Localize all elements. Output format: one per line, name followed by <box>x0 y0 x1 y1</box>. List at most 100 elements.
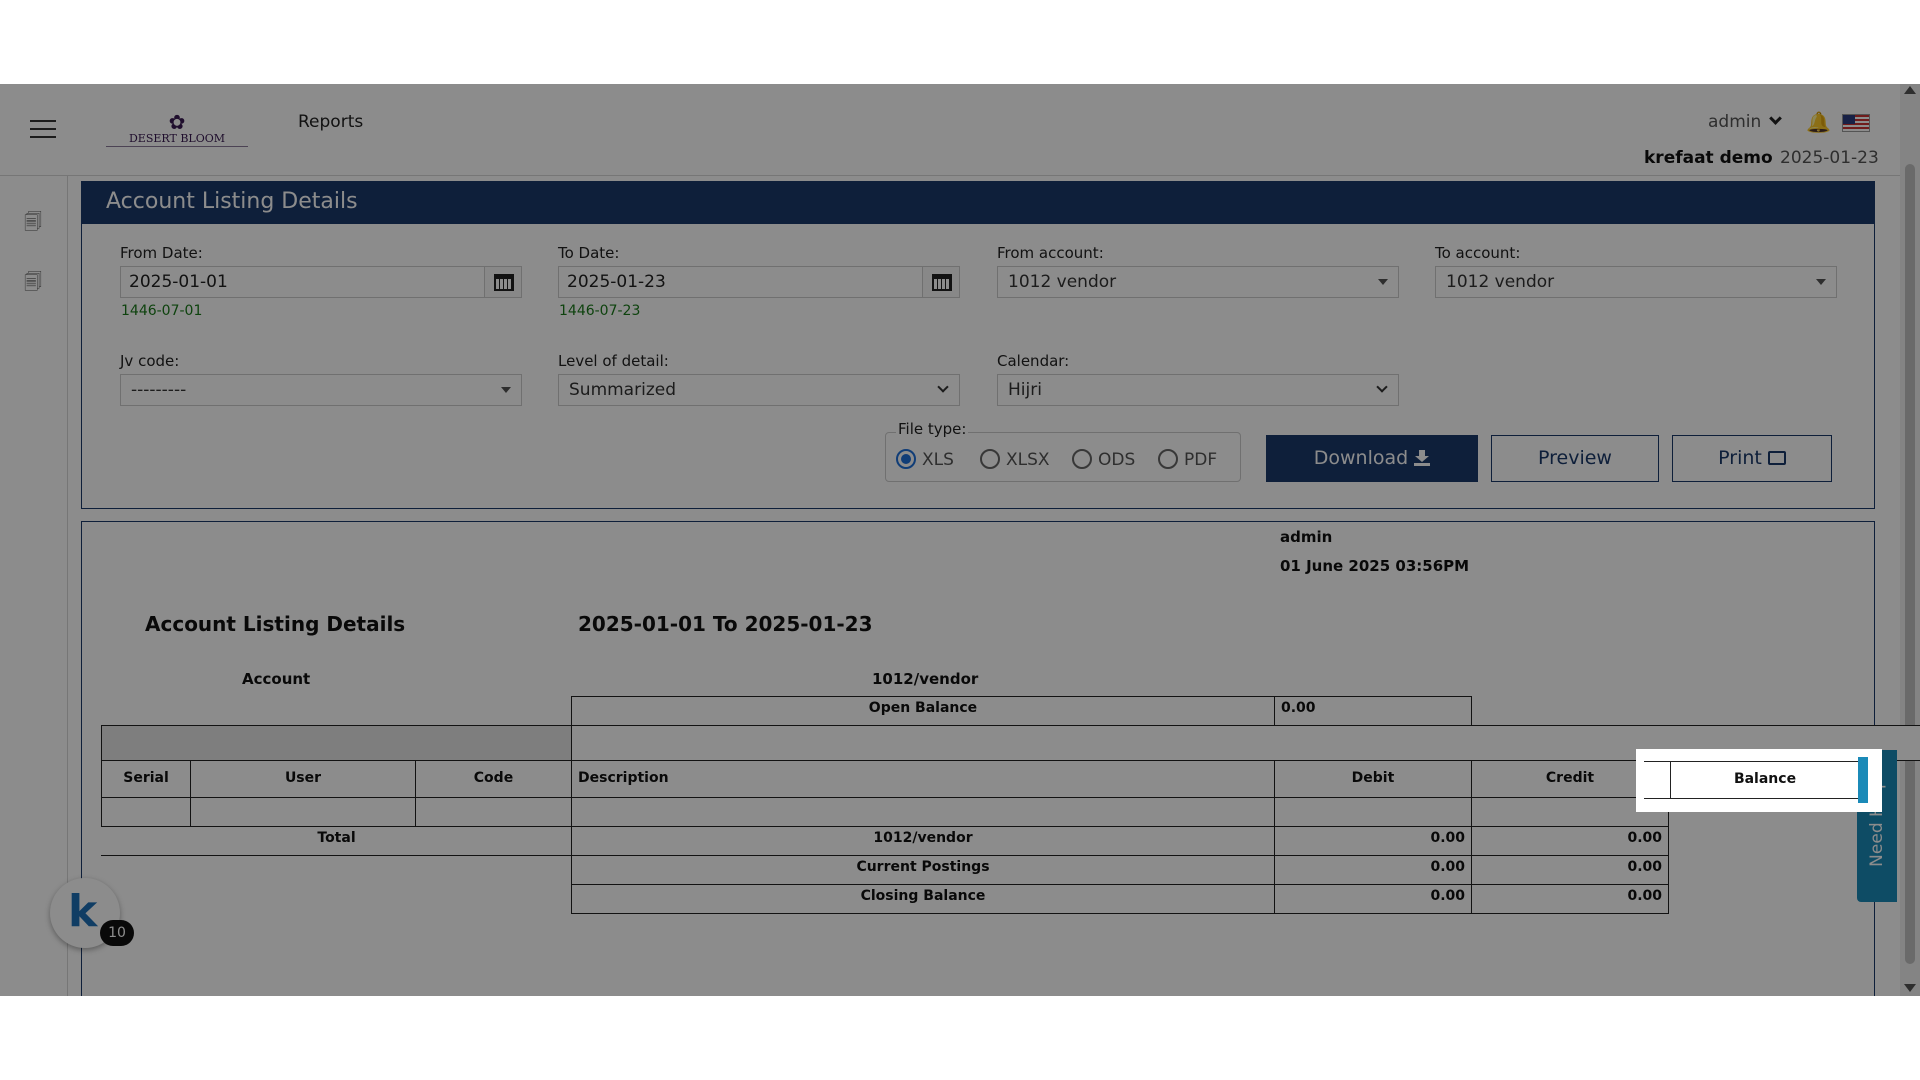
print-label: Print <box>1718 447 1762 469</box>
table-cell <box>1274 797 1472 827</box>
top-bar: ✿ DESERT BLOOM Reports admin 🔔 krefaat d… <box>0 84 1900 176</box>
to-date-label: To Date: <box>558 244 620 262</box>
current-postings-label: Current Postings <box>571 855 1275 885</box>
to-date-input[interactable]: 2025-01-23 <box>558 266 924 298</box>
report-generated-at: 01 June 2025 03:56PM <box>1280 557 1470 575</box>
table-cell <box>571 797 1275 827</box>
download-icon <box>1414 450 1431 466</box>
radio-xls-label: XLS <box>922 450 954 470</box>
closing-balance-debit: 0.00 <box>1274 884 1472 914</box>
calendar-value: Hijri <box>1008 380 1042 400</box>
file-type-label: File type: <box>896 420 969 438</box>
radio-ods[interactable]: ODS <box>1072 449 1135 470</box>
print-icon <box>1767 451 1786 465</box>
need-help-tab-edge <box>1858 757 1868 803</box>
from-date-input[interactable]: 2025-01-01 <box>120 266 486 298</box>
account-label: Account <box>242 670 311 688</box>
current-date: 2025-01-23 <box>1780 148 1879 168</box>
radio-xlsx[interactable]: XLSX <box>980 449 1050 470</box>
report-date-range: 2025-01-01 To 2025-01-23 <box>578 612 873 636</box>
document-icon[interactable]: 🗐 <box>24 270 44 293</box>
scroll-up-icon[interactable] <box>1904 86 1916 94</box>
open-balance-label: Open Balance <box>571 696 1275 726</box>
calendar-icon[interactable] <box>922 266 960 298</box>
total-row-label: 1012/vendor <box>571 826 1275 856</box>
calendar-icon[interactable] <box>484 266 522 298</box>
breadcrumb-reports[interactable]: Reports <box>298 112 363 132</box>
menu-icon[interactable] <box>30 120 56 140</box>
user-menu[interactable]: admin <box>1708 112 1783 132</box>
notification-badge: 10 <box>100 920 134 946</box>
radio-pdf[interactable]: PDF <box>1158 449 1217 470</box>
scroll-down-icon[interactable] <box>1904 984 1916 992</box>
dropdown-arrow-icon <box>501 387 511 393</box>
closing-balance-label: Closing Balance <box>571 884 1275 914</box>
radio-xlsx-label: XLSX <box>1006 450 1050 470</box>
sidebar: 🗐 🗐 <box>0 176 68 996</box>
dropdown-arrow-icon <box>1816 279 1826 285</box>
table-rule <box>1644 761 1670 799</box>
us-flag-icon[interactable] <box>1842 114 1870 132</box>
spacer-cell <box>101 725 572 761</box>
jv-code-select[interactable]: --------- <box>120 374 522 406</box>
calendar-select[interactable]: Hijri <box>997 374 1399 406</box>
dropdown-arrow-icon <box>1378 279 1388 285</box>
chevron-down-icon <box>1769 112 1783 125</box>
column-header: Code <box>415 760 572 798</box>
balance-column-header[interactable]: Balance <box>1670 761 1860 799</box>
print-button[interactable]: Print <box>1672 435 1832 482</box>
report-preview: admin 01 June 2025 03:56PM Account Listi… <box>81 521 1920 996</box>
app-frame: ✿ DESERT BLOOM Reports admin 🔔 krefaat d… <box>0 84 1920 996</box>
total-label: Total <box>101 826 572 856</box>
k-logo-icon: k <box>68 886 98 937</box>
level-of-detail-label: Level of detail: <box>558 352 669 370</box>
document-icon[interactable]: 🗐 <box>24 210 44 233</box>
calendar-label: Calendar: <box>997 352 1070 370</box>
chevron-down-icon <box>937 381 949 393</box>
file-type-group: File type: XLS XLSX ODS PDF <box>885 420 1241 482</box>
current-postings-debit: 0.00 <box>1274 855 1472 885</box>
table-cell <box>101 797 191 827</box>
highlighted-balance-header[interactable]: Balance <box>1636 749 1882 812</box>
jv-code-label: Jv code: <box>120 352 180 370</box>
open-balance-value: 0.00 <box>1274 696 1472 726</box>
closing-balance-credit: 0.00 <box>1471 884 1669 914</box>
chevron-down-icon <box>1376 381 1388 393</box>
report-title: Account Listing Details <box>145 612 406 636</box>
download-button[interactable]: Download <box>1266 435 1478 482</box>
account-value: 1012/vendor <box>872 670 979 688</box>
radio-ods-label: ODS <box>1098 450 1136 470</box>
logo-text: DESERT BLOOM <box>106 132 248 147</box>
total-row-debit: 0.00 <box>1274 826 1472 856</box>
from-date-label: From Date: <box>120 244 203 262</box>
report-user: admin <box>1280 528 1333 546</box>
to-account-value: 1012 vendor <box>1446 272 1555 292</box>
to-account-label: To account: <box>1435 244 1521 262</box>
column-header: Debit <box>1274 760 1472 798</box>
preview-button[interactable]: Preview <box>1491 435 1659 482</box>
column-header: Serial <box>101 760 191 798</box>
flower-icon: ✿ <box>168 110 186 134</box>
column-header: Description <box>571 760 1275 798</box>
radio-xls[interactable]: XLS <box>896 449 954 470</box>
column-header: User <box>190 760 416 798</box>
radio-pdf-label: PDF <box>1184 450 1218 470</box>
user-name: admin <box>1708 112 1762 132</box>
from-account-select[interactable]: 1012 vendor <box>997 266 1399 298</box>
scrollbar-thumb[interactable] <box>1905 164 1915 964</box>
filter-panel: Account Listing Details From Date: 2025-… <box>81 181 1875 509</box>
level-of-detail-select[interactable]: Summarized <box>558 374 960 406</box>
company-name: krefaat demo <box>1644 148 1773 168</box>
vertical-scrollbar[interactable] <box>1900 84 1920 996</box>
jv-code-value: --------- <box>131 380 187 400</box>
bell-icon[interactable]: 🔔 <box>1806 110 1831 134</box>
from-account-value: 1012 vendor <box>1008 272 1117 292</box>
to-account-select[interactable]: 1012 vendor <box>1435 266 1837 298</box>
from-account-label: From account: <box>997 244 1104 262</box>
total-row-credit: 0.00 <box>1471 826 1669 856</box>
to-date-hijri: 1446-07-23 <box>559 303 641 319</box>
company-logo[interactable]: ✿ DESERT BLOOM <box>106 112 248 150</box>
current-postings-credit: 0.00 <box>1471 855 1669 885</box>
table-cell <box>415 797 572 827</box>
panel-title: Account Listing Details <box>82 182 1874 224</box>
